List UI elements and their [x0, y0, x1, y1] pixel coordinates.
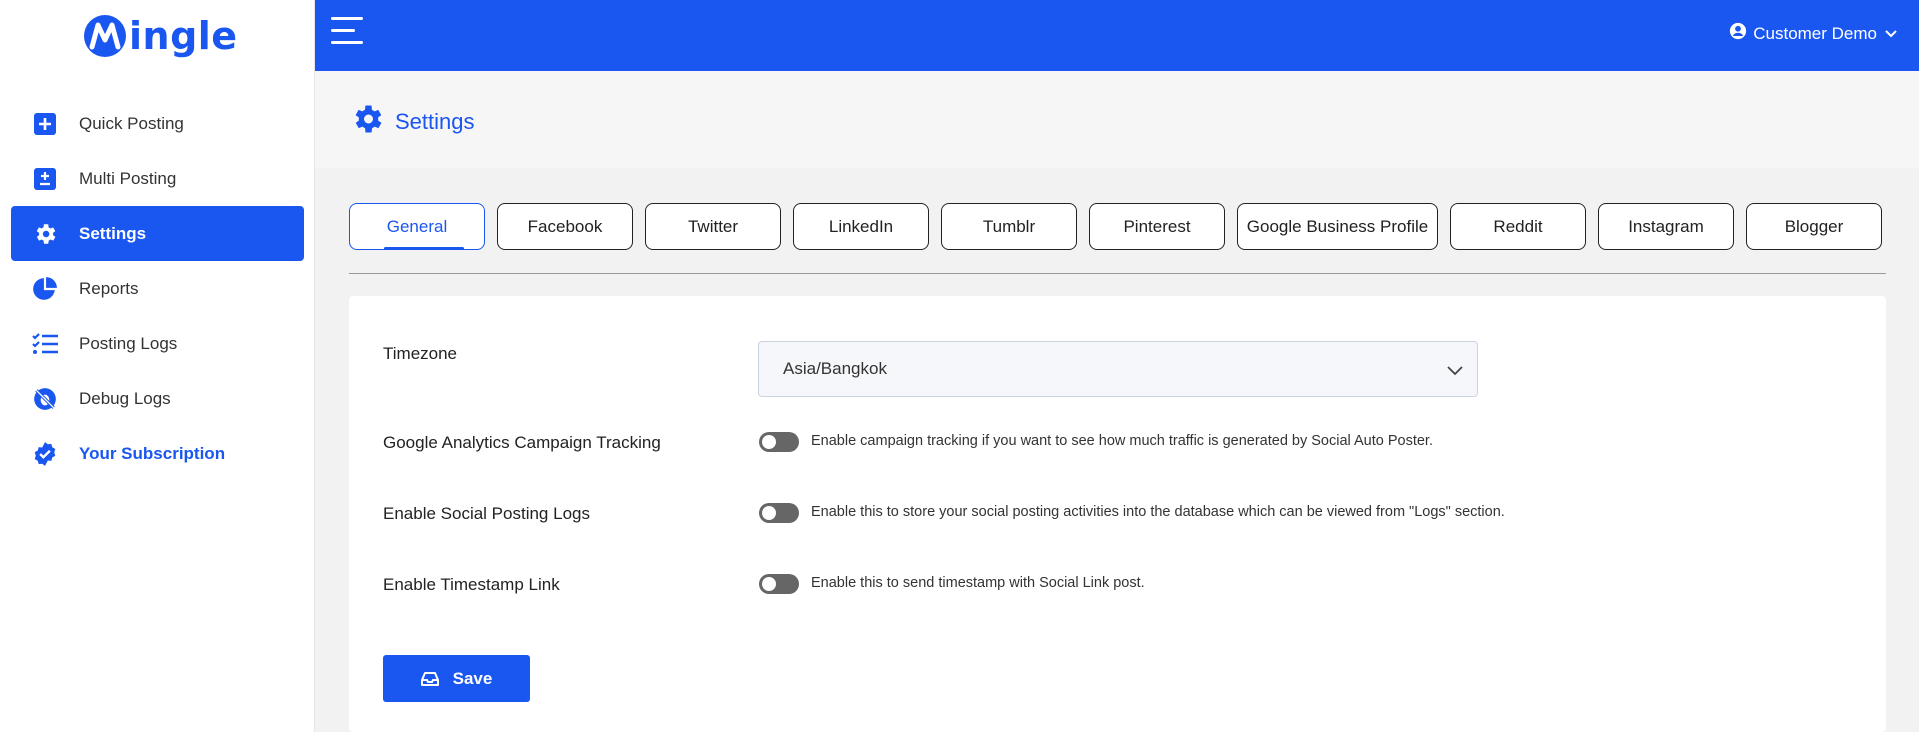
logo[interactable]: ingle	[83, 12, 238, 60]
user-menu[interactable]: Customer Demo	[1729, 22, 1897, 45]
tab-blogger[interactable]: Blogger	[1746, 203, 1882, 250]
sidebar-item-settings[interactable]: Settings	[11, 206, 304, 261]
save-button-label: Save	[452, 668, 493, 688]
checklist-icon	[31, 330, 59, 358]
inbox-tray-icon	[420, 671, 439, 687]
toggle-knob	[762, 577, 776, 591]
sidebar-item-reports[interactable]: Reports	[11, 261, 304, 316]
logo-text: ingle	[129, 14, 238, 58]
tab-linkedin[interactable]: LinkedIn	[793, 203, 929, 250]
tab-tumblr[interactable]: Tumblr	[941, 203, 1077, 250]
posting-logs-description: Enable this to store your social posting…	[811, 504, 1505, 520]
page-header: Settings	[315, 71, 1919, 168]
tab-general[interactable]: General	[349, 203, 485, 250]
chevron-down-icon	[1447, 361, 1463, 381]
sidebar-item-label: Debug Logs	[79, 388, 171, 408]
tab-twitter[interactable]: Twitter	[645, 203, 781, 250]
sidebar: ingle Quick Posting Multi Posting Settin…	[0, 0, 315, 732]
tab-google-business-profile[interactable]: Google Business Profile	[1237, 203, 1438, 250]
timestamp-link-toggle[interactable]	[759, 574, 799, 594]
tab-reddit[interactable]: Reddit	[1450, 203, 1586, 250]
chevron-down-icon	[1885, 25, 1897, 43]
mingle-logo-icon	[84, 15, 126, 57]
sidebar-item-label: Quick Posting	[79, 113, 184, 133]
general-settings-card: Timezone Asia/Bangkok Google Analytics C…	[349, 296, 1886, 732]
timezone-select[interactable]: Asia/Bangkok	[758, 341, 1478, 397]
posting-logs-toggle[interactable]	[759, 503, 799, 523]
ga-tracking-toggle[interactable]	[759, 432, 799, 452]
hamburger-menu-icon[interactable]	[331, 17, 363, 45]
pie-chart-icon	[31, 275, 59, 303]
plus-square-icon	[31, 110, 59, 138]
user-name: Customer Demo	[1753, 23, 1877, 43]
sidebar-item-debug-logs[interactable]: Debug Logs	[11, 371, 304, 426]
sidebar-item-label: Settings	[79, 223, 147, 243]
sidebar-item-your-subscription[interactable]: Your Subscription	[11, 426, 304, 481]
timezone-label: Timezone	[383, 344, 458, 363]
page-title-text: Settings	[395, 108, 475, 134]
sidebar-item-quick-posting[interactable]: Quick Posting	[11, 96, 304, 151]
sidebar-item-label: Multi Posting	[79, 168, 177, 188]
timestamp-link-label: Enable Timestamp Link	[383, 575, 560, 594]
save-button[interactable]: Save	[383, 655, 530, 702]
ga-tracking-description: Enable campaign tracking if you want to …	[811, 433, 1433, 449]
user-circle-icon	[1729, 22, 1747, 45]
bug-slash-icon	[31, 385, 59, 413]
posting-logs-label: Enable Social Posting Logs	[383, 504, 590, 523]
gear-icon	[349, 101, 385, 142]
sidebar-item-label: Posting Logs	[79, 333, 178, 353]
sidebar-item-label: Reports	[79, 278, 139, 298]
toggle-knob	[762, 435, 776, 449]
top-bar: Customer Demo	[315, 0, 1919, 71]
tab-facebook[interactable]: Facebook	[497, 203, 633, 250]
toggle-knob	[762, 506, 776, 520]
page-title: Settings	[349, 101, 475, 142]
plus-minus-square-icon	[31, 165, 59, 193]
gear-icon	[31, 220, 59, 248]
sidebar-item-label: Your Subscription	[79, 443, 226, 463]
tab-pinterest[interactable]: Pinterest	[1089, 203, 1225, 250]
sidebar-item-posting-logs[interactable]: Posting Logs	[11, 316, 304, 371]
timestamp-link-description: Enable this to send timestamp with Socia…	[811, 575, 1145, 591]
ga-tracking-label: Google Analytics Campaign Tracking	[383, 433, 661, 452]
tab-instagram[interactable]: Instagram	[1598, 203, 1734, 250]
sidebar-item-multi-posting[interactable]: Multi Posting	[11, 151, 304, 206]
sidebar-nav: Quick Posting Multi Posting Settings Rep…	[11, 96, 304, 481]
verified-badge-icon	[31, 440, 59, 468]
tabs-divider	[349, 273, 1886, 274]
settings-tabs: General Facebook Twitter LinkedIn Tumblr…	[349, 203, 1882, 250]
timezone-value: Asia/Bangkok	[783, 359, 887, 378]
